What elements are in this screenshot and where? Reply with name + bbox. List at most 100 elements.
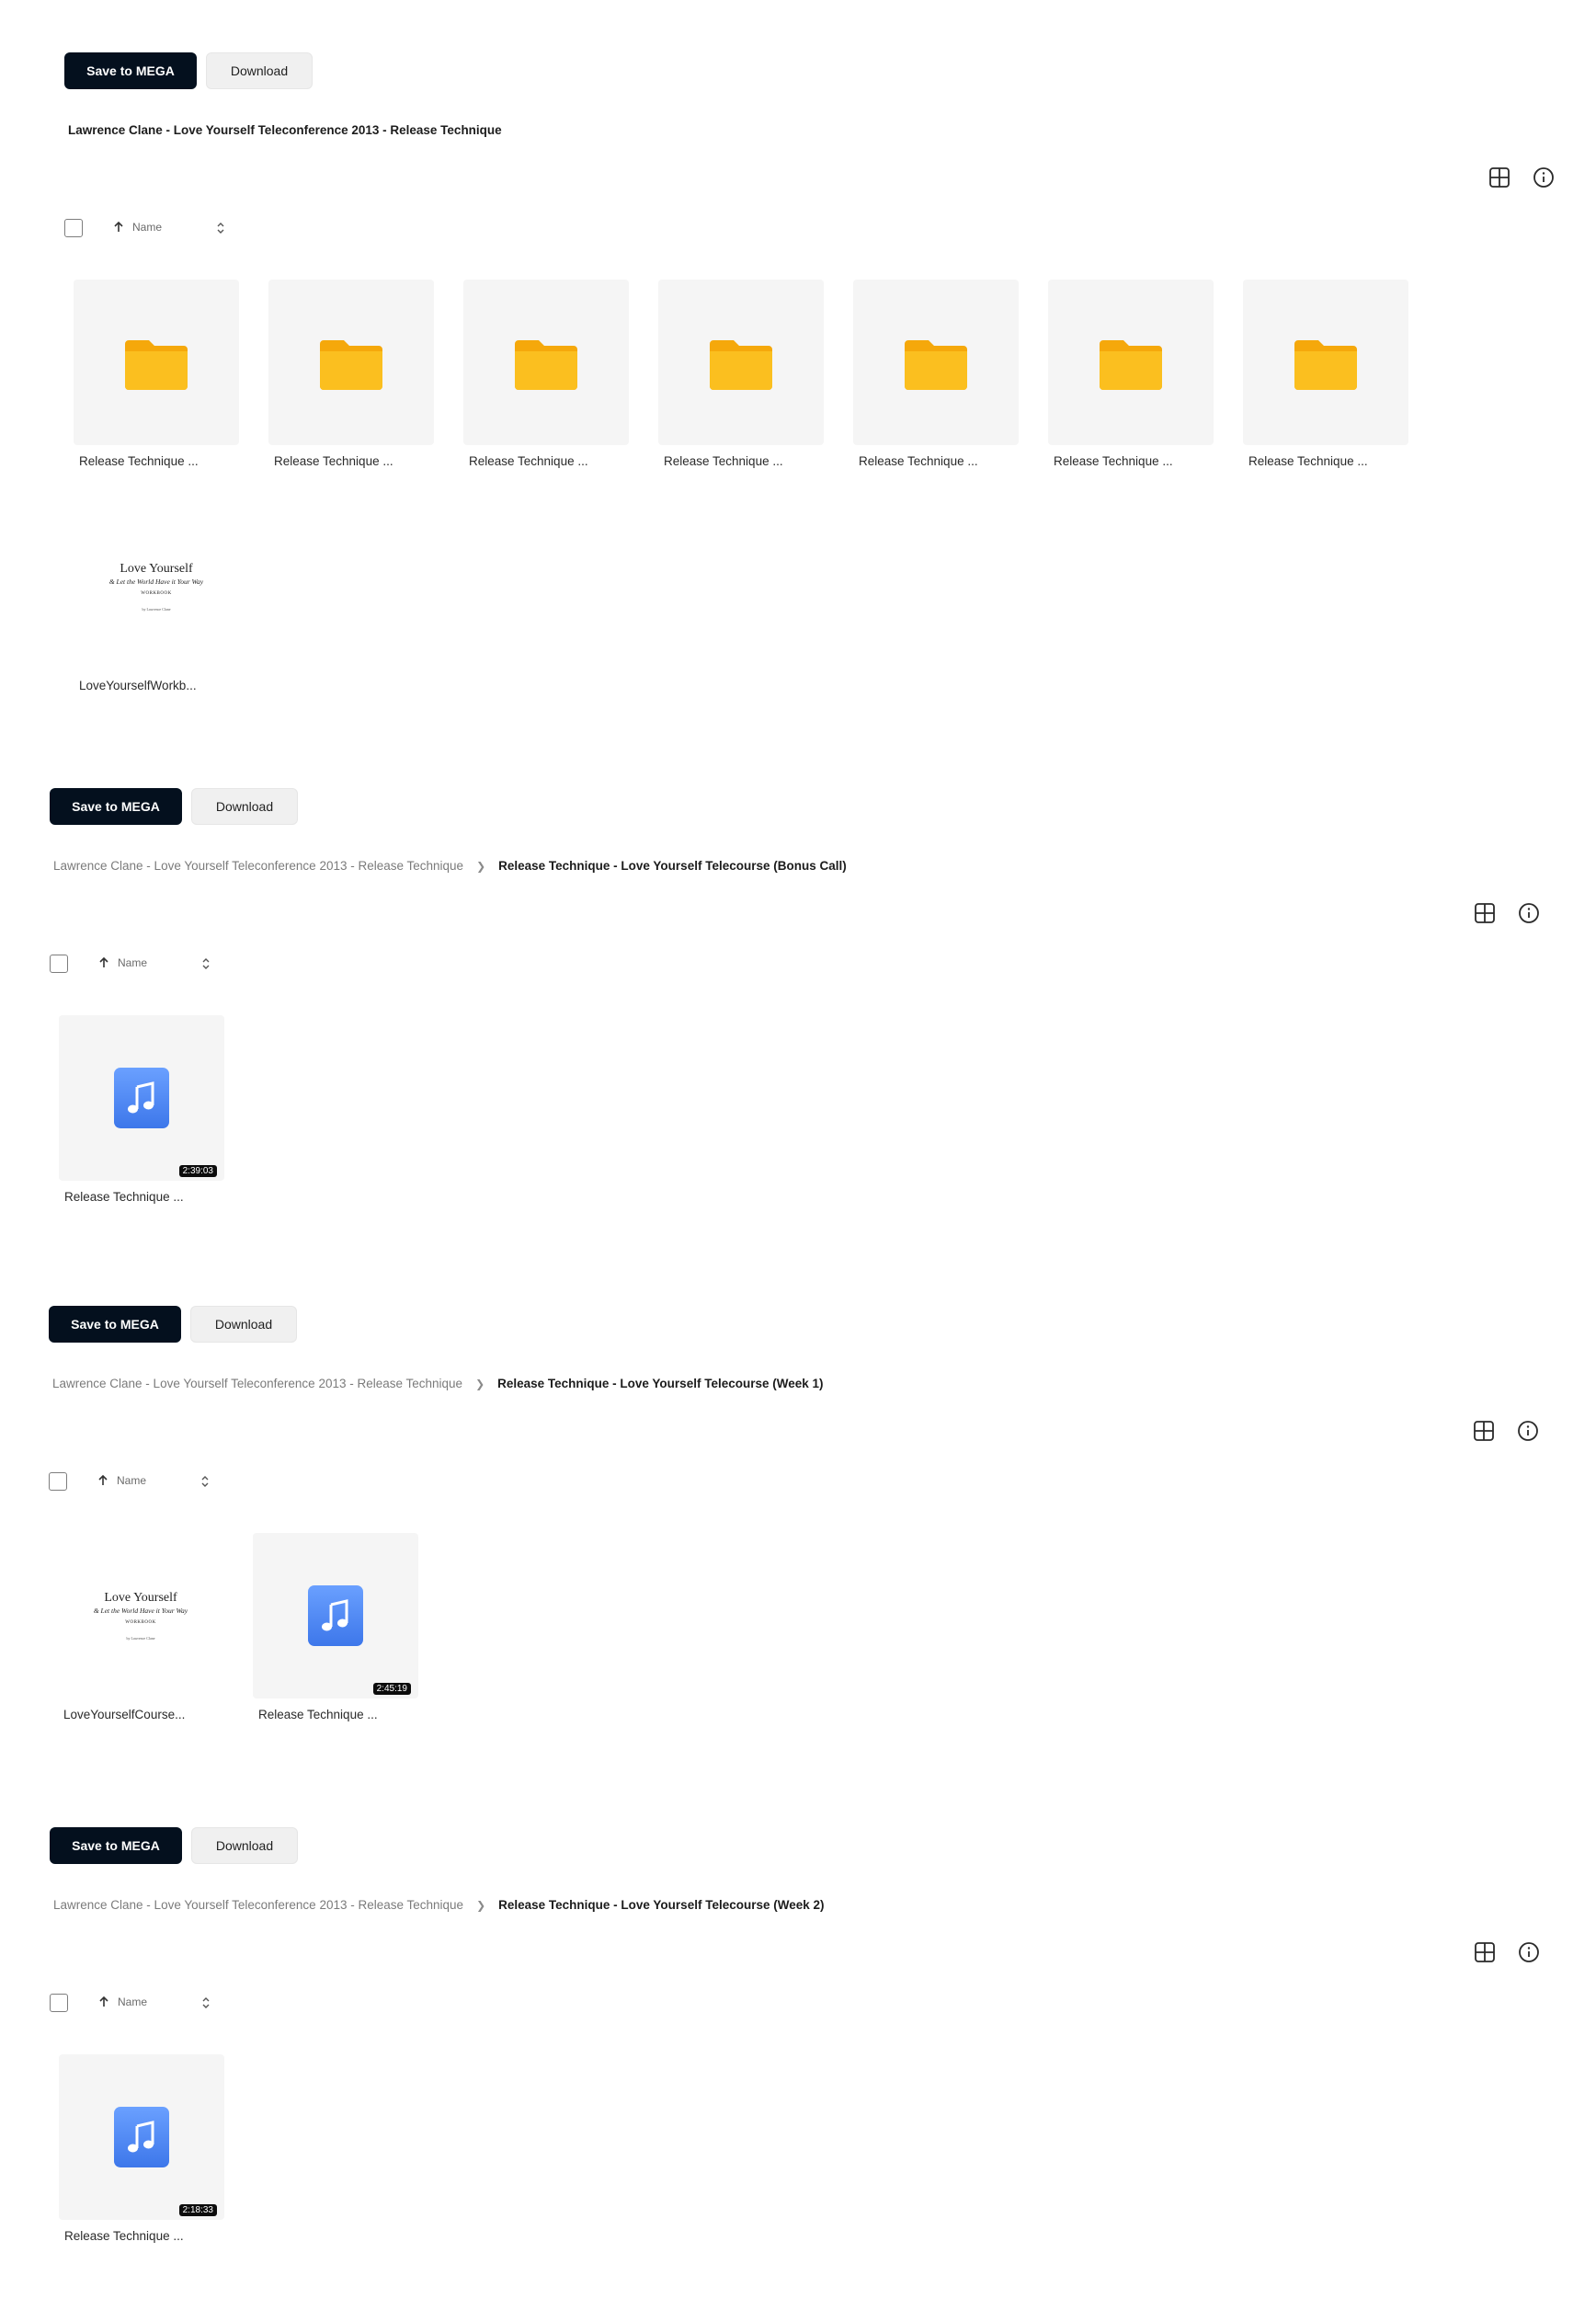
thumbnail xyxy=(463,280,629,445)
info-icon[interactable] xyxy=(1532,166,1556,189)
duration-badge: 2:45:19 xyxy=(372,1683,411,1695)
audio-tile[interactable]: 2:18:33 Release Technique ... xyxy=(59,2054,224,2243)
item-name: Release Technique ... xyxy=(64,1190,184,1204)
breadcrumb-current: Release Technique - Love Yourself Teleco… xyxy=(498,859,847,873)
item-name: Release Technique ... xyxy=(469,454,588,468)
breadcrumb: Lawrence Clane - Love Yourself Teleconfe… xyxy=(68,123,502,137)
document-preview: Love Yourself & Let the World Have it Yo… xyxy=(74,504,239,669)
save-to-mega-button[interactable]: Save to MEGA xyxy=(50,788,182,825)
breadcrumb: Lawrence Clane - Love Yourself Teleconfe… xyxy=(53,859,847,873)
folder-icon xyxy=(1100,340,1162,390)
preview-label: WORKBOOK xyxy=(141,591,172,596)
thumbnail xyxy=(74,280,239,445)
folder-icon xyxy=(125,340,188,390)
grid-view-icon[interactable] xyxy=(1488,166,1511,189)
folder-tile[interactable]: Release Technique ... xyxy=(658,280,824,468)
save-to-mega-button[interactable]: Save to MEGA xyxy=(49,1306,181,1343)
thumbnail: 2:45:19 xyxy=(253,1533,418,1698)
music-note-icon xyxy=(114,1068,169,1128)
document-tile[interactable]: Love Yourself & Let the World Have it Yo… xyxy=(58,1533,223,1721)
folder-tile[interactable]: Release Technique ... xyxy=(1243,280,1408,468)
folder-icon xyxy=(320,340,382,390)
thumbnail xyxy=(853,280,1019,445)
info-icon[interactable] xyxy=(1516,1419,1540,1443)
chevron-up-down-icon[interactable] xyxy=(200,956,212,971)
breadcrumb-current: Release Technique - Love Yourself Teleco… xyxy=(497,1377,824,1390)
chevron-up-down-icon[interactable] xyxy=(214,221,227,235)
sort-label: Name xyxy=(117,1474,147,1487)
breadcrumb: Lawrence Clane - Love Yourself Teleconfe… xyxy=(53,1898,825,1912)
save-to-mega-button[interactable]: Save to MEGA xyxy=(50,1827,182,1864)
breadcrumb-root[interactable]: Lawrence Clane - Love Yourself Teleconfe… xyxy=(53,1898,463,1912)
chevron-right-icon: ❯ xyxy=(475,1377,485,1390)
breadcrumb-root[interactable]: Lawrence Clane - Love Yourself Teleconfe… xyxy=(68,123,502,137)
folder-tile[interactable]: Release Technique ... xyxy=(463,280,629,468)
breadcrumb-current: Release Technique - Love Yourself Teleco… xyxy=(498,1898,825,1912)
arrow-up-icon xyxy=(114,221,123,232)
save-to-mega-button[interactable]: Save to MEGA xyxy=(64,52,197,89)
duration-badge: 2:18:33 xyxy=(178,2204,217,2216)
download-button[interactable]: Download xyxy=(206,52,313,89)
item-name: Release Technique ... xyxy=(258,1708,378,1721)
folder-icon xyxy=(710,340,772,390)
breadcrumb-root[interactable]: Lawrence Clane - Love Yourself Teleconfe… xyxy=(52,1377,462,1390)
sort-by-name[interactable]: Name xyxy=(97,1996,147,2008)
document-preview: Love Yourself & Let the World Have it Yo… xyxy=(58,1533,223,1698)
preview-subtitle: & Let the World Have it Your Way xyxy=(108,578,204,586)
duration-badge: 2:39:03 xyxy=(178,1165,217,1177)
select-all-checkbox[interactable] xyxy=(64,219,83,237)
folder-icon xyxy=(1294,340,1357,390)
thumbnail xyxy=(1048,280,1214,445)
chevron-right-icon: ❯ xyxy=(476,859,486,873)
grid-view-icon[interactable] xyxy=(1472,1419,1496,1443)
download-button[interactable]: Download xyxy=(190,1306,297,1343)
item-name: Release Technique ... xyxy=(1248,454,1368,468)
select-all-checkbox[interactable] xyxy=(49,1472,67,1491)
folder-tile[interactable]: Release Technique ... xyxy=(853,280,1019,468)
item-name: LoveYourselfCourse... xyxy=(63,1708,186,1721)
select-all-checkbox[interactable] xyxy=(50,955,68,973)
sort-label: Name xyxy=(118,956,148,969)
breadcrumb: Lawrence Clane - Love Yourself Teleconfe… xyxy=(52,1377,824,1390)
grid-view-icon[interactable] xyxy=(1473,1940,1497,1964)
folder-tile[interactable]: Release Technique ... xyxy=(1048,280,1214,468)
preview-title: Love Yourself xyxy=(104,1591,177,1605)
sort-by-name[interactable]: Name xyxy=(97,1474,146,1487)
breadcrumb-root[interactable]: Lawrence Clane - Love Yourself Teleconfe… xyxy=(53,859,463,873)
sort-label: Name xyxy=(132,221,163,234)
sort-label: Name xyxy=(118,1996,148,2008)
audio-tile[interactable]: 2:39:03 Release Technique ... xyxy=(59,1015,224,1204)
thumbnail xyxy=(268,280,434,445)
preview-title: Love Yourself xyxy=(120,562,193,576)
thumbnail: 2:39:03 xyxy=(59,1015,224,1181)
preview-label: WORKBOOK xyxy=(125,1620,156,1625)
sort-by-name[interactable]: Name xyxy=(112,221,162,234)
preview-subtitle: & Let the World Have it Your Way xyxy=(93,1607,188,1615)
sort-by-name[interactable]: Name xyxy=(97,956,147,969)
document-tile[interactable]: Love Yourself & Let the World Have it Yo… xyxy=(74,504,239,692)
folder-icon xyxy=(905,340,967,390)
item-name: Release Technique ... xyxy=(664,454,783,468)
chevron-up-down-icon[interactable] xyxy=(200,1996,212,2010)
folder-tile[interactable]: Release Technique ... xyxy=(268,280,434,468)
download-button[interactable]: Download xyxy=(191,1827,298,1864)
preview-author: by Lawrence Clane xyxy=(126,1636,155,1641)
music-note-icon xyxy=(308,1585,363,1646)
info-icon[interactable] xyxy=(1517,1940,1541,1964)
grid-view-icon[interactable] xyxy=(1473,901,1497,925)
download-button[interactable]: Download xyxy=(191,788,298,825)
info-icon[interactable] xyxy=(1517,901,1541,925)
thumbnail: 2:18:33 xyxy=(59,2054,224,2220)
item-name: Release Technique ... xyxy=(79,454,199,468)
folder-icon xyxy=(515,340,577,390)
preview-author: by Lawrence Clane xyxy=(142,607,171,612)
arrow-up-icon xyxy=(99,1996,108,2007)
folder-tile[interactable]: Release Technique ... xyxy=(74,280,239,468)
item-name: Release Technique ... xyxy=(64,2229,184,2243)
arrow-up-icon xyxy=(98,1474,108,1485)
music-note-icon xyxy=(114,2107,169,2167)
chevron-up-down-icon[interactable] xyxy=(199,1474,211,1489)
audio-tile[interactable]: 2:45:19 Release Technique ... xyxy=(253,1533,418,1721)
select-all-checkbox[interactable] xyxy=(50,1994,68,2012)
item-name: Release Technique ... xyxy=(274,454,393,468)
